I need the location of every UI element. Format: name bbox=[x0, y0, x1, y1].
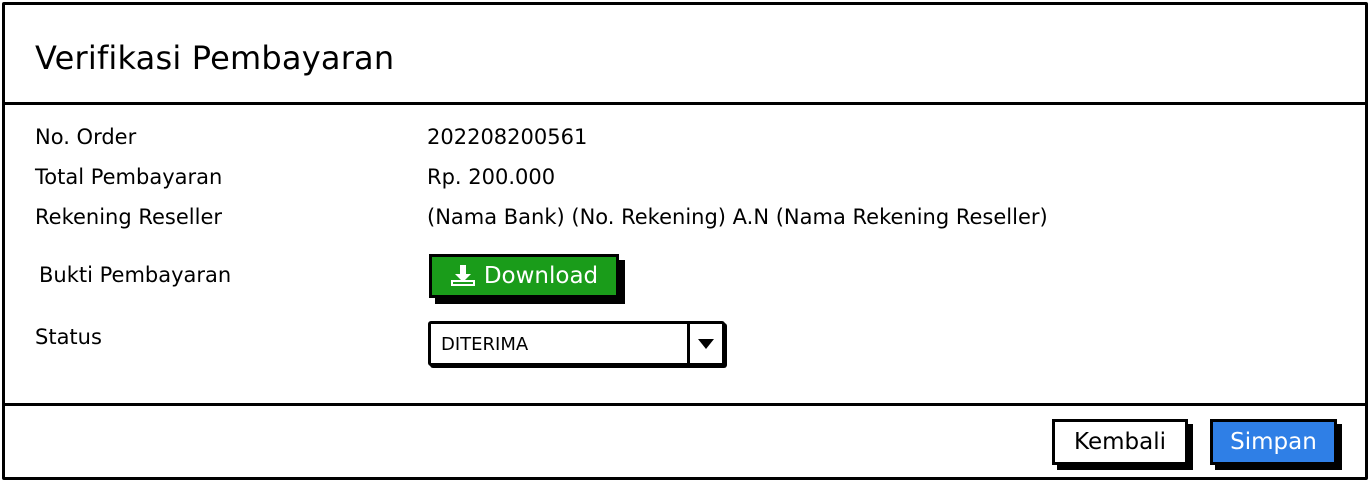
order-number-value: 202208200561 bbox=[427, 125, 588, 149]
total-payment-label: Total Pembayaran bbox=[35, 165, 223, 189]
status-select-value: DITERIMA bbox=[441, 334, 529, 355]
status-select[interactable]: DITERIMA bbox=[428, 321, 725, 366]
dialog-header: Verifikasi Pembayaran bbox=[5, 5, 1365, 105]
dropdown-arrow-icon[interactable] bbox=[687, 324, 722, 363]
order-number-label: No. Order bbox=[35, 125, 137, 149]
reseller-account-value: (Nama Bank) (No. Rekening) A.N (Nama Rek… bbox=[427, 205, 1048, 229]
download-button-label: Download bbox=[483, 263, 599, 289]
total-payment-value: Rp. 200.000 bbox=[427, 165, 556, 189]
status-label: Status bbox=[35, 325, 102, 349]
back-button[interactable]: Kembali bbox=[1052, 419, 1188, 465]
footer-divider bbox=[5, 403, 1365, 406]
save-button[interactable]: Simpan bbox=[1210, 419, 1337, 465]
payment-verification-dialog: Verifikasi Pembayaran No. Order 20220820… bbox=[2, 2, 1368, 480]
download-icon bbox=[450, 265, 475, 286]
payment-proof-label: Bukti Pembayaran bbox=[39, 263, 232, 287]
reseller-account-label: Rekening Reseller bbox=[35, 205, 223, 229]
download-button[interactable]: Download bbox=[429, 254, 619, 298]
dialog-title: Verifikasi Pembayaran bbox=[35, 39, 395, 77]
